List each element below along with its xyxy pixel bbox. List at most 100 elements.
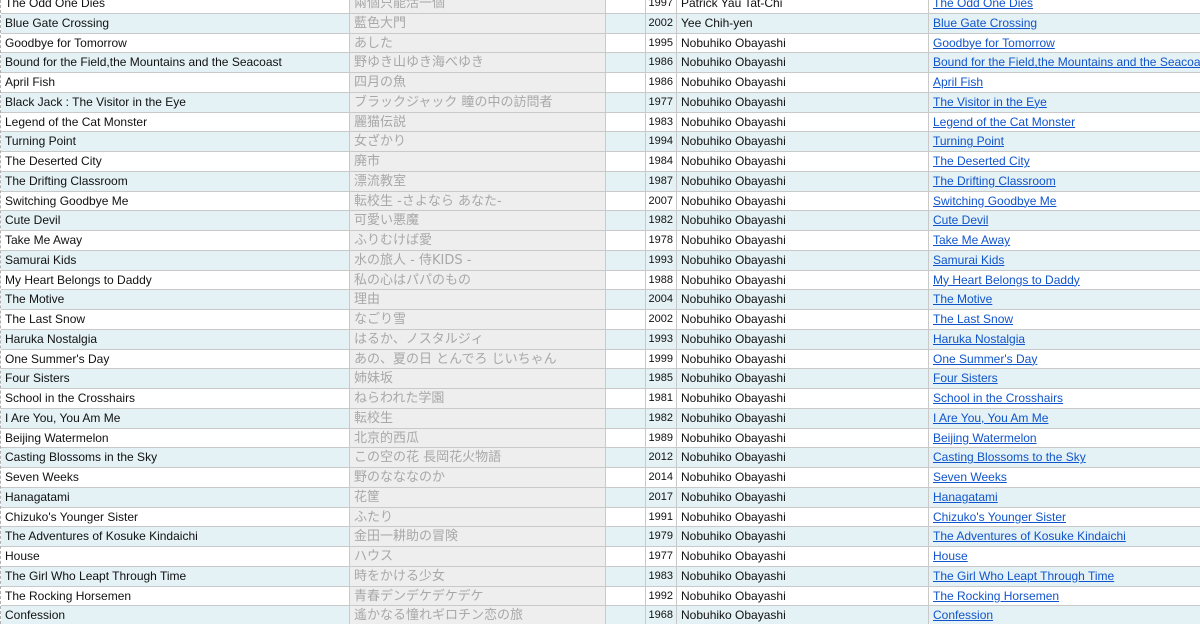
title-cell[interactable]: The Motive	[1, 290, 350, 310]
title-link[interactable]: Chizuko's Younger Sister	[929, 508, 1200, 528]
original-title-cell[interactable]: 野ゆき山ゆき海べゆき	[350, 53, 606, 73]
table-row[interactable]: Blue Gate Crossing 藍色大門 2002 Yee Chih-yen Bl…	[1, 13, 1200, 34]
title-link[interactable]: The Rocking Horsemen	[929, 587, 1200, 607]
table-row[interactable]: Cute Devil 可愛い悪魔 1982 Nobuhiko Obayashi Cute…	[1, 211, 1200, 231]
year-cell[interactable]: 1993	[646, 250, 677, 271]
director-cell[interactable]: Nobuhiko Obayashi	[677, 132, 929, 152]
title-cell[interactable]: The Rocking Horsemen	[1, 586, 350, 607]
year-cell[interactable]: 2002	[646, 310, 677, 330]
title-cell[interactable]: Switching Goodbye Me	[1, 191, 350, 212]
title-cell[interactable]: Goodbye for Tomorrow	[1, 33, 350, 54]
director-cell[interactable]: Nobuhiko Obayashi	[677, 112, 929, 133]
table-row[interactable]: The Drifting Classroom 漂流教室 1987 Nobuhiko O…	[1, 171, 1200, 192]
title-cell[interactable]: Casting Blossoms in the Sky	[1, 448, 350, 468]
director-cell[interactable]: Nobuhiko Obayashi	[677, 53, 929, 73]
title-cell[interactable]: Samurai Kids	[1, 250, 350, 271]
empty-cell[interactable]	[606, 487, 646, 508]
director-cell[interactable]: Nobuhiko Obayashi	[677, 507, 929, 528]
director-cell[interactable]: Nobuhiko Obayashi	[677, 369, 929, 389]
empty-cell[interactable]	[606, 547, 646, 567]
title-cell[interactable]: The Odd One Dies	[1, 0, 350, 14]
director-cell[interactable]: Nobuhiko Obayashi	[677, 487, 929, 508]
title-cell[interactable]: One Summer's Day	[1, 349, 350, 370]
year-cell[interactable]: 1982	[646, 211, 677, 231]
title-cell[interactable]: School in the Crosshairs	[1, 389, 350, 409]
table-row[interactable]: The Motive 理由 2004 Nobuhiko Obayashi The Mot…	[1, 290, 1200, 310]
table-row[interactable]: Samurai Kids 水の旅人 - 侍KIDS -1993 Nobuhiko O…	[1, 250, 1200, 271]
year-cell[interactable]: 1997	[646, 0, 677, 14]
empty-cell[interactable]	[606, 329, 646, 350]
year-cell[interactable]: 2007	[646, 191, 677, 212]
year-cell[interactable]: 1995	[646, 33, 677, 54]
year-cell[interactable]: 1992	[646, 586, 677, 607]
year-cell[interactable]: 1993	[646, 329, 677, 350]
original-title-cell[interactable]: 漂流教室	[350, 171, 606, 192]
director-cell[interactable]: Nobuhiko Obayashi	[677, 211, 929, 231]
spreadsheet-grid[interactable]: The Odd One Dies 兩個只能活一個 1997 Patrick Yau T…	[0, 0, 1200, 624]
original-title-cell[interactable]: あした	[350, 33, 606, 54]
table-row[interactable]: The Girl Who Leapt Through Time 時をかける少女 19…	[1, 566, 1200, 587]
original-title-cell[interactable]: この空の花 長岡花火物語	[350, 448, 606, 468]
director-cell[interactable]: Yee Chih-yen	[677, 13, 929, 34]
title-cell[interactable]: House	[1, 547, 350, 567]
title-link[interactable]: The Visitor in the Eye	[929, 92, 1200, 113]
empty-cell[interactable]	[606, 408, 646, 429]
original-title-cell[interactable]: 遙かなる憧れギロチン恋の旅	[350, 606, 606, 624]
director-cell[interactable]: Nobuhiko Obayashi	[677, 73, 929, 93]
empty-cell[interactable]	[606, 270, 646, 291]
title-cell[interactable]: Cute Devil	[1, 211, 350, 231]
table-row[interactable]: I Are You, You Am Me 転校生 1982 Nobuhiko Obay…	[1, 408, 1200, 429]
empty-cell[interactable]	[606, 448, 646, 468]
table-row[interactable]: Goodbye for Tomorrow あした 1995 Nobuhiko Obay…	[1, 33, 1200, 54]
original-title-cell[interactable]: 姉妹坂	[350, 369, 606, 389]
title-link[interactable]: Turning Point	[929, 132, 1200, 152]
original-title-cell[interactable]: 廃市	[350, 152, 606, 172]
empty-cell[interactable]	[606, 566, 646, 587]
title-cell[interactable]: Seven Weeks	[1, 468, 350, 488]
title-link[interactable]: Confession	[929, 606, 1200, 624]
year-cell[interactable]: 1999	[646, 349, 677, 370]
title-cell[interactable]: April Fish	[1, 73, 350, 93]
title-cell[interactable]: Hanagatami	[1, 487, 350, 508]
table-row[interactable]: Black Jack : The Visitor in the Eye ブラックジ…	[1, 92, 1200, 113]
empty-cell[interactable]	[606, 171, 646, 192]
original-title-cell[interactable]: 可愛い悪魔	[350, 211, 606, 231]
title-link[interactable]: My Heart Belongs to Daddy	[929, 271, 1200, 291]
year-cell[interactable]: 1983	[646, 566, 677, 587]
director-cell[interactable]: Nobuhiko Obayashi	[677, 586, 929, 607]
original-title-cell[interactable]: 私の心はパパのもの	[350, 270, 606, 291]
empty-cell[interactable]	[606, 0, 646, 14]
empty-cell[interactable]	[606, 428, 646, 449]
empty-cell[interactable]	[606, 290, 646, 310]
empty-cell[interactable]	[606, 389, 646, 409]
title-link[interactable]: Four Sisters	[929, 369, 1200, 389]
table-row[interactable]: The Adventures of Kosuke Kindaichi 金田一耕助の…	[1, 527, 1200, 547]
title-cell[interactable]: Haruka Nostalgia	[1, 329, 350, 350]
year-cell[interactable]: 2014	[646, 468, 677, 488]
director-cell[interactable]: Nobuhiko Obayashi	[677, 191, 929, 212]
table-row[interactable]: Beijing Watermelon 北京的西瓜 1989 Nobuhiko Obay…	[1, 428, 1200, 449]
original-title-cell[interactable]: 金田一耕助の冒険	[350, 527, 606, 547]
empty-cell[interactable]	[606, 527, 646, 547]
original-title-cell[interactable]: 北京的西瓜	[350, 428, 606, 449]
table-row[interactable]: The Last Snow なごり雪 2002 Nobuhiko Obayashi Th…	[1, 310, 1200, 330]
empty-cell[interactable]	[606, 586, 646, 607]
original-title-cell[interactable]: 転校生 -さよなら あなた-	[350, 191, 606, 212]
title-link[interactable]: Casting Blossoms to the Sky	[929, 448, 1200, 468]
empty-cell[interactable]	[606, 310, 646, 330]
table-row[interactable]: Legend of the Cat Monster 麗猫伝説 1983 Nobuhik…	[1, 112, 1200, 133]
title-cell[interactable]: Take Me Away	[1, 231, 350, 251]
director-cell[interactable]: Nobuhiko Obayashi	[677, 171, 929, 192]
director-cell[interactable]: Nobuhiko Obayashi	[677, 349, 929, 370]
title-link[interactable]: The Odd One Dies	[929, 0, 1200, 14]
director-cell[interactable]: Nobuhiko Obayashi	[677, 92, 929, 113]
table-row[interactable]: One Summer's Day あの、夏の日 とんでろ じいちゃん 1999 Nob…	[1, 349, 1200, 370]
empty-cell[interactable]	[606, 606, 646, 624]
year-cell[interactable]: 1984	[646, 152, 677, 172]
title-link[interactable]: Switching Goodbye Me	[929, 192, 1200, 212]
title-link[interactable]: Cute Devil	[929, 211, 1200, 231]
table-row[interactable]: Confession 遙かなる憧れギロチン恋の旅 1968 Nobuhiko Obay…	[1, 606, 1200, 624]
director-cell[interactable]: Nobuhiko Obayashi	[677, 527, 929, 547]
table-row[interactable]: House ハウス 1977 Nobuhiko Obayashi House	[1, 547, 1200, 567]
year-cell[interactable]: 1986	[646, 73, 677, 93]
